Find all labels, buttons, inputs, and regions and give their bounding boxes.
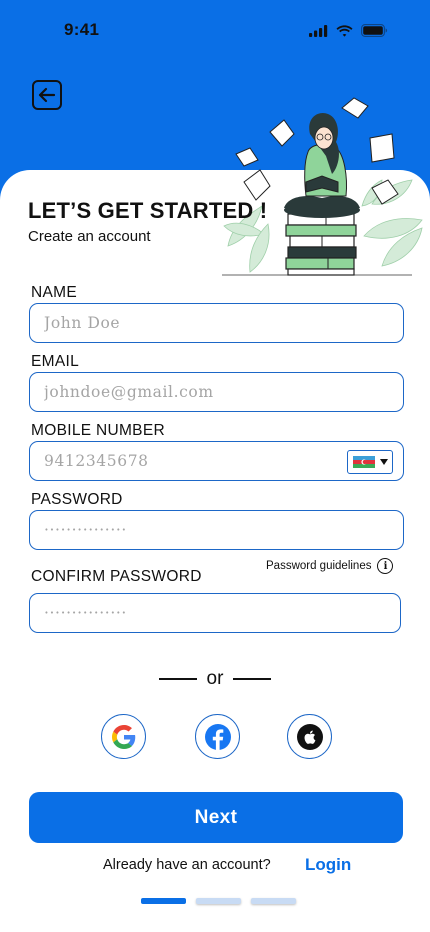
login-link[interactable]: Login — [305, 855, 351, 875]
pager-dot — [196, 898, 241, 904]
azerbaijan-flag-icon — [353, 455, 375, 469]
chevron-down-icon — [380, 459, 388, 465]
name-field — [29, 303, 404, 343]
apple-icon — [296, 723, 323, 750]
wifi-icon — [336, 24, 353, 37]
mobile-number-label: MOBILE NUMBER — [31, 422, 165, 439]
facebook-signin-button[interactable] — [195, 714, 240, 759]
divider-line-left — [159, 678, 197, 680]
country-code-select[interactable] — [347, 450, 393, 474]
pager-dot-active — [141, 898, 186, 904]
login-prompt: Already have an account? — [103, 857, 271, 873]
next-button[interactable]: Next — [29, 792, 403, 843]
or-divider: or — [159, 668, 271, 690]
divider-line-right — [233, 678, 271, 680]
cellular-signal-icon — [309, 24, 328, 37]
page-title: LET’S GET STARTED ! — [28, 198, 268, 223]
arrow-left-icon — [38, 87, 56, 103]
password-field — [29, 510, 404, 550]
confirm-password-input[interactable] — [42, 603, 400, 623]
password-label: PASSWORD — [31, 491, 123, 508]
or-text: or — [206, 668, 224, 689]
email-field — [29, 372, 404, 412]
status-bar: 9:41 — [0, 0, 430, 64]
mobile-number-input[interactable] — [42, 451, 326, 471]
confirm-password-field — [29, 593, 401, 633]
facebook-icon — [204, 723, 231, 750]
google-signin-button[interactable] — [101, 714, 146, 759]
password-input[interactable] — [42, 520, 403, 540]
info-icon: i — [377, 558, 394, 574]
mobile-number-field — [29, 441, 404, 481]
status-icons — [309, 24, 388, 37]
pager-dot — [251, 898, 296, 904]
page-subtitle: Create an account — [28, 228, 151, 245]
password-guidelines-link[interactable]: Password guidelines i — [266, 558, 394, 574]
battery-icon — [361, 24, 388, 37]
back-button[interactable] — [32, 80, 62, 110]
status-time: 9:41 — [64, 20, 100, 39]
email-input[interactable] — [42, 382, 403, 402]
password-guidelines-label: Password guidelines — [266, 560, 372, 572]
google-icon — [111, 724, 135, 749]
confirm-password-label: CONFIRM PASSWORD — [31, 568, 202, 585]
email-label: EMAIL — [31, 353, 80, 370]
reading-girl-illustration — [222, 97, 423, 276]
name-label: NAME — [31, 284, 77, 301]
name-input[interactable] — [42, 313, 403, 333]
apple-signin-button[interactable] — [287, 714, 332, 759]
